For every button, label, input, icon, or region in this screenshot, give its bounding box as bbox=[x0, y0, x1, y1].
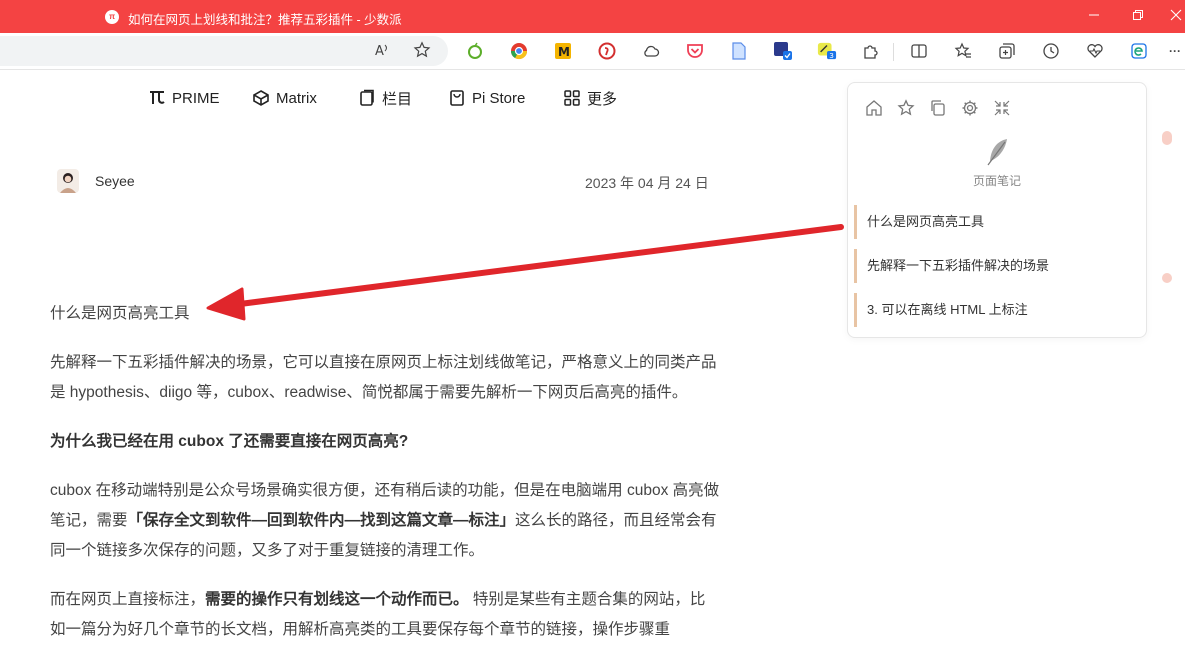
nav-item-label: Matrix bbox=[276, 89, 317, 107]
nav-item-label: Pi Store bbox=[472, 89, 526, 107]
performance-heart-icon[interactable] bbox=[1085, 41, 1105, 61]
browser-toolbar: A M 3 ··· bbox=[0, 33, 1185, 70]
nav-item-prime[interactable]: PRIME bbox=[148, 87, 220, 109]
note-item[interactable]: 什么是网页高亮工具 bbox=[854, 205, 1139, 239]
matrix-icon bbox=[252, 89, 270, 107]
pocket-extension-icon[interactable] bbox=[685, 41, 705, 61]
window-titlebar: π 如何在网页上划线和批注？推荐五彩插件 - 少数派 bbox=[0, 0, 1185, 33]
scroll-marker[interactable] bbox=[1162, 131, 1172, 145]
star-icon[interactable] bbox=[895, 97, 917, 119]
bold-text: 「保存全文到软件—回到软件内—找到这篇文章—标注」 bbox=[127, 512, 516, 529]
m-extension-icon[interactable]: M bbox=[553, 41, 573, 61]
toolbar-divider bbox=[893, 43, 894, 61]
window-title: 如何在网页上划线和批注？推荐五彩插件 - 少数派 bbox=[128, 13, 402, 27]
scroll-marker[interactable] bbox=[1162, 273, 1172, 283]
favorite-star-icon[interactable] bbox=[412, 40, 432, 60]
nav-item-pi-store[interactable]: Pi Store bbox=[448, 87, 525, 109]
checked-extension-icon[interactable] bbox=[773, 41, 793, 61]
article-paragraph: 而在网页上直接标注，需要的操作只有划线这一个动作而已。 特别是某些有主题合集的网… bbox=[50, 591, 706, 638]
edge-bar-icon[interactable] bbox=[1129, 41, 1149, 61]
author-name[interactable]: Seyee bbox=[95, 173, 135, 189]
document-extension-icon[interactable] bbox=[729, 41, 749, 61]
address-bar[interactable]: A bbox=[0, 36, 448, 66]
article-heading: 什么是网页高亮工具 bbox=[50, 305, 190, 322]
page-notes-panel: 页面笔记 什么是网页高亮工具 先解释一下五彩插件解决的场景 3. 可以在离线 H… bbox=[847, 82, 1147, 338]
collapse-icon[interactable] bbox=[991, 97, 1013, 119]
close-icon[interactable] bbox=[1164, 6, 1185, 26]
store-icon bbox=[448, 89, 466, 107]
article-paragraph: 先解释一下五彩插件解决的场景，它可以直接在原网页上标注划线做笔记，严格意义上的同… bbox=[50, 354, 717, 401]
home-icon[interactable] bbox=[863, 97, 885, 119]
article-subheading: 为什么我已经在用 cubox 了还需要直接在网页高亮? bbox=[50, 433, 409, 450]
highlighter-extension-icon[interactable]: 3 bbox=[817, 41, 837, 61]
prime-icon bbox=[148, 89, 166, 107]
music-extension-icon[interactable] bbox=[597, 41, 617, 61]
notes-panel-title: 页面笔记 bbox=[972, 174, 1021, 188]
author-avatar[interactable] bbox=[57, 169, 79, 193]
more-grid-icon bbox=[563, 89, 581, 107]
chrome-extension-icon[interactable] bbox=[509, 41, 529, 61]
favorites-icon[interactable] bbox=[953, 41, 973, 61]
copy-icon[interactable] bbox=[927, 97, 949, 119]
extensions-puzzle-icon[interactable] bbox=[861, 41, 881, 61]
cloud-extension-icon[interactable] bbox=[641, 41, 661, 61]
nav-item-matrix[interactable]: Matrix bbox=[252, 87, 317, 109]
svg-text:3: 3 bbox=[829, 51, 834, 60]
nav-item-column[interactable]: 栏目 bbox=[358, 87, 412, 109]
restore-icon[interactable] bbox=[1126, 6, 1150, 26]
nav-item-label: PRIME bbox=[172, 89, 220, 107]
minimize-icon[interactable] bbox=[1082, 6, 1106, 26]
article-body: 什么是网页高亮工具 先解释一下五彩插件解决的场景，它可以直接在原网页上标注划线做… bbox=[50, 299, 720, 663]
svg-text:M: M bbox=[558, 45, 570, 59]
note-item[interactable]: 3. 可以在离线 HTML 上标注 bbox=[854, 293, 1139, 327]
note-item[interactable]: 先解释一下五彩插件解决的场景 bbox=[854, 249, 1139, 283]
nav-item-more[interactable]: 更多 bbox=[563, 87, 617, 109]
bold-text: 需要的操作只有划线这一个动作而已。 bbox=[205, 591, 469, 608]
column-icon bbox=[358, 89, 376, 107]
history-icon[interactable] bbox=[1041, 41, 1061, 61]
split-screen-icon[interactable] bbox=[909, 41, 929, 61]
svg-text:A: A bbox=[375, 44, 384, 59]
collections-icon[interactable] bbox=[997, 41, 1017, 61]
article-paragraph: cubox 在移动端特别是公众号场景确实很方便，还有稍后读的功能，但是在电脑端用… bbox=[50, 482, 720, 559]
nav-item-label: 更多 bbox=[587, 90, 618, 108]
site-favicon-icon: π bbox=[105, 10, 119, 24]
more-menu-icon[interactable]: ··· bbox=[1165, 41, 1185, 61]
feather-icon bbox=[985, 137, 1011, 167]
nav-item-label: 栏目 bbox=[382, 90, 413, 108]
post-date: 2023 年 04 月 24 日 bbox=[585, 175, 709, 191]
read-aloud-icon[interactable]: A bbox=[372, 40, 392, 60]
gear-icon[interactable] bbox=[959, 97, 981, 119]
lime-extension-icon[interactable] bbox=[465, 41, 485, 61]
